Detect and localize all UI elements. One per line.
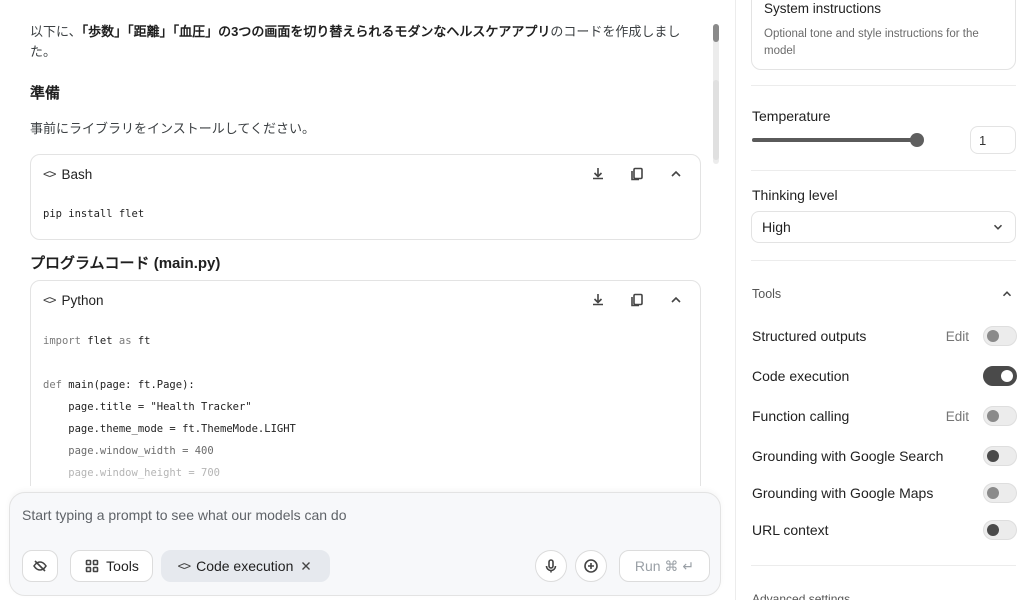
tools-button[interactable]: Tools: [70, 550, 153, 582]
tool-label: URL context: [752, 522, 829, 538]
eye-off-icon: [33, 560, 47, 572]
code-execution-chip[interactable]: <> Code execution: [161, 550, 330, 582]
code-icon: <>: [177, 559, 191, 573]
structured-outputs-toggle[interactable]: [983, 326, 1017, 346]
code-body: import flet as ft def main(page: ft.Page…: [31, 319, 700, 484]
heading-code: プログラムコード (main.py): [30, 255, 221, 272]
prompt-box: Tools <> Code execution Run ⌘ ↵: [9, 492, 721, 596]
code-line: page.window_width = 400: [43, 445, 214, 457]
chip-label: Code execution: [196, 558, 294, 574]
chevron-up-icon: [1002, 291, 1012, 297]
collapse-chevron-icon[interactable]: [667, 292, 684, 309]
close-icon[interactable]: [299, 559, 313, 573]
tool-google-maps: Grounding with Google Maps: [752, 481, 1017, 505]
tools-section-title: Tools: [752, 287, 782, 301]
function-calling-toggle[interactable]: [983, 406, 1017, 426]
chat-transcript[interactable]: 以下に、「歩数」「距離」「血圧」の3つの画面を切り替えられるモダンなヘルスケアア…: [30, 0, 702, 486]
temperature-slider-thumb[interactable]: [910, 133, 924, 147]
code-block-bash: <> Bash pip install flet: [30, 154, 701, 240]
chat-scrollbar-thumb[interactable]: [713, 24, 719, 42]
code-line: def main(page: ft.Page):: [43, 379, 195, 391]
grid-icon: [85, 559, 99, 573]
temperature-label: Temperature: [752, 108, 831, 124]
chat-panel: 以下に、「歩数」「距離」「血圧」の3つの画面を切り替えられるモダンなヘルスケアア…: [0, 0, 735, 600]
edit-link[interactable]: Edit: [946, 409, 969, 424]
run-settings-panel: System instructions Optional tone and st…: [735, 0, 1024, 600]
advanced-settings-label: Advanced settings: [752, 592, 851, 600]
google-maps-toggle[interactable]: [983, 483, 1017, 503]
microphone-button[interactable]: [535, 550, 567, 582]
edit-link[interactable]: Edit: [946, 329, 969, 344]
code-block-header: <> Bash: [31, 155, 700, 193]
add-media-button[interactable]: [575, 550, 607, 582]
code-body: pip install flet: [31, 193, 700, 225]
advanced-settings-header[interactable]: Advanced settings: [752, 592, 1014, 600]
code-language: Python: [61, 292, 104, 308]
tool-structured-outputs: Structured outputs Edit: [752, 324, 1017, 348]
tool-label: Function calling: [752, 408, 850, 424]
code-line: import flet as ft: [43, 335, 151, 347]
code-line: page.title = "Health Tracker": [43, 401, 252, 413]
thinking-level-value: High: [762, 219, 791, 235]
chat-scrollbar-range: [713, 80, 719, 160]
plus-circle-icon: [584, 559, 598, 573]
divider: [751, 85, 1016, 86]
safety-settings-button[interactable]: [22, 550, 58, 582]
code-icon: <>: [43, 293, 56, 307]
code-line: page.theme_mode = ft.ThemeMode.LIGHT: [43, 423, 296, 435]
tool-label: Grounding with Google Search: [752, 448, 944, 464]
intro-text-prefix: 以下に、: [30, 24, 82, 39]
tool-label: Code execution: [752, 368, 850, 384]
run-button[interactable]: Run ⌘ ↵: [619, 550, 710, 582]
url-context-toggle[interactable]: [983, 520, 1017, 540]
copy-icon[interactable]: [628, 292, 645, 309]
tool-google-search: Grounding with Google Search: [752, 444, 1017, 468]
code-block-python: <> Python import flet as ft def main(page…: [30, 280, 701, 486]
system-instructions-subtitle: Optional tone and style instructions for…: [764, 28, 979, 57]
run-button-label: Run ⌘ ↵: [634, 557, 695, 574]
divider: [751, 260, 1016, 261]
thinking-level-label: Thinking level: [752, 187, 838, 203]
microphone-icon: [545, 559, 557, 573]
code-icon: <>: [43, 167, 56, 181]
tool-url-context: URL context: [752, 518, 1017, 542]
code-line: pip install flet: [43, 208, 145, 220]
tool-code-execution: Code execution: [752, 364, 1017, 388]
collapse-chevron-icon[interactable]: [667, 166, 684, 183]
tool-label: Structured outputs: [752, 328, 867, 344]
intro-text-bold: 「歩数」「距離」「血圧」の3つの画面を切り替えられるモダンなヘルスケアアプリ: [81, 24, 551, 39]
divider: [751, 565, 1016, 566]
tools-section-header[interactable]: Tools: [752, 287, 1014, 301]
temperature-input[interactable]: [970, 126, 1016, 154]
chevron-down-icon: [993, 224, 1003, 230]
thinking-level-select[interactable]: High: [751, 211, 1016, 243]
copy-icon[interactable]: [628, 166, 645, 183]
tool-function-calling: Function calling Edit: [752, 404, 1017, 428]
tools-button-label: Tools: [106, 558, 139, 574]
code-line: page.window_height = 700: [43, 467, 221, 479]
response-intro: 以下に、「歩数」「距離」「血圧」の3つの画面を切り替えられるモダンなヘルスケアア…: [30, 22, 702, 62]
prompt-input[interactable]: [22, 507, 702, 523]
heading-prep: 準備: [30, 85, 61, 102]
tool-label: Grounding with Google Maps: [752, 485, 934, 501]
google-search-toggle[interactable]: [983, 446, 1017, 466]
code-language: Bash: [61, 166, 93, 182]
download-icon[interactable]: [589, 166, 606, 183]
system-instructions-card[interactable]: System instructions Optional tone and st…: [751, 0, 1016, 70]
prep-text: 事前にライブラリをインストールしてください。: [30, 121, 315, 136]
system-instructions-title: System instructions: [764, 1, 882, 16]
temperature-slider-fill: [752, 138, 917, 142]
code-execution-toggle[interactable]: [983, 366, 1017, 386]
download-icon[interactable]: [589, 292, 606, 309]
divider: [751, 170, 1016, 171]
code-block-header: <> Python: [31, 281, 700, 319]
